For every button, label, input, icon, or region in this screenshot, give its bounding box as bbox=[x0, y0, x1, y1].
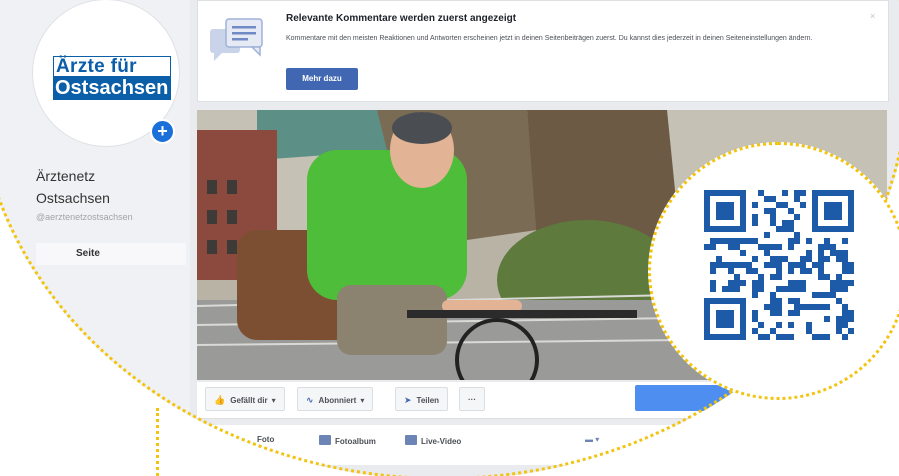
close-icon[interactable]: × bbox=[870, 11, 875, 21]
notice-text: Kommentare mit den meisten Reaktionen un… bbox=[286, 35, 813, 42]
photo-label: Foto bbox=[257, 435, 275, 444]
like-button[interactable]: 👍 Gefällt dir ▾ bbox=[205, 387, 285, 411]
follow-button[interactable]: ∿ Abonniert ▾ bbox=[297, 387, 374, 411]
share-button[interactable]: ➤ Teilen bbox=[395, 387, 449, 411]
photo-album-label: Fotoalbum bbox=[335, 437, 376, 446]
qr-code bbox=[704, 190, 854, 340]
page-canvas: Ärzte für Ostsachsen + Ärztenetz Ostsach… bbox=[0, 0, 899, 476]
photo-album-option[interactable]: Fotoalbum bbox=[319, 435, 376, 446]
like-label: Gefällt dir bbox=[230, 396, 268, 405]
video-camera-icon bbox=[405, 435, 417, 445]
logo-line-2: Ostsachsen bbox=[53, 76, 171, 100]
audience-selector[interactable]: ▬ ▾ bbox=[585, 435, 599, 444]
follow-label: Abonniert bbox=[318, 396, 357, 405]
learn-more-button[interactable]: Mehr dazu bbox=[286, 68, 358, 90]
share-label: Teilen bbox=[416, 396, 440, 405]
more-options-button[interactable]: ··· bbox=[459, 387, 485, 411]
live-video-label: Live-Video bbox=[421, 437, 462, 446]
notice-title: Relevante Kommentare werden zuerst angez… bbox=[286, 13, 517, 24]
page-handle[interactable]: @aerztenetzostsachsen bbox=[36, 212, 133, 222]
left-sidebar: Ärzte für Ostsachsen + Ärztenetz Ostsach… bbox=[0, 0, 190, 476]
post-composer-options: Foto Fotoalbum Live-Video ▬ ▾ bbox=[197, 425, 887, 465]
page-name[interactable]: Ärztenetz Ostsachsen bbox=[36, 165, 110, 209]
organization-logo: Ärzte für Ostsachsen bbox=[53, 56, 171, 102]
dotted-leader-line bbox=[156, 408, 159, 476]
comments-icon bbox=[210, 18, 263, 61]
thumbs-up-icon: 👍 bbox=[214, 395, 226, 405]
notification-banner: Relevante Kommentare werden zuerst angez… bbox=[197, 0, 889, 102]
page-name-line-1: Ärztenetz bbox=[36, 168, 96, 184]
logo-line-1: Ärzte für bbox=[53, 56, 171, 76]
chevron-down-icon: ▾ bbox=[360, 396, 365, 405]
chevron-down-icon: ▾ bbox=[271, 396, 276, 405]
rss-icon: ∿ bbox=[306, 395, 314, 405]
call-to-action-button[interactable] bbox=[635, 385, 735, 411]
album-icon bbox=[319, 435, 331, 445]
live-video-option[interactable]: Live-Video bbox=[405, 435, 461, 446]
page-name-line-2: Ostsachsen bbox=[36, 190, 110, 206]
photo-option[interactable]: Foto bbox=[257, 435, 274, 444]
share-arrow-icon: ➤ bbox=[404, 395, 412, 405]
sidebar-item-page[interactable]: Seite bbox=[36, 243, 186, 265]
add-photo-icon[interactable]: + bbox=[150, 119, 175, 144]
